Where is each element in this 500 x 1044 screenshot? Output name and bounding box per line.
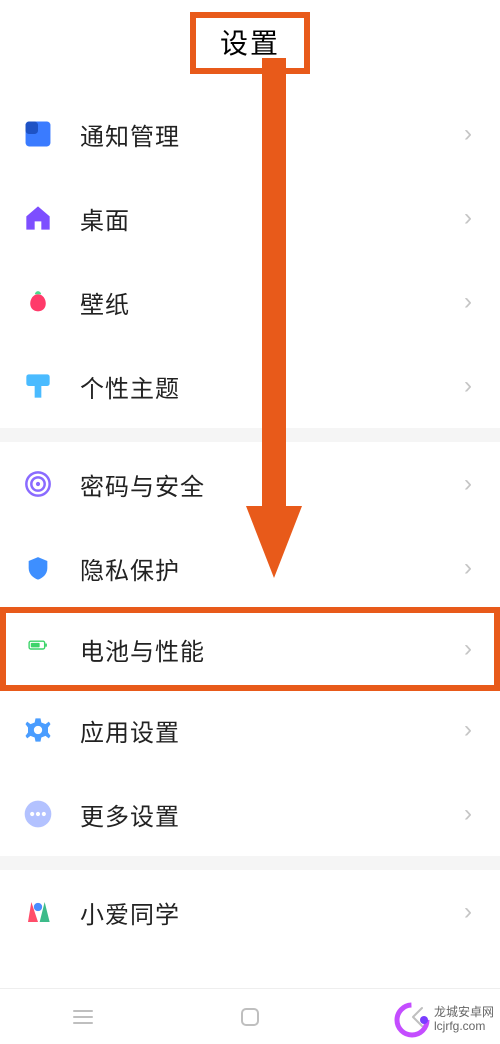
shield-icon (20, 550, 56, 586)
group-divider (0, 856, 500, 870)
item-label: 电池与性能 (80, 632, 464, 667)
more-icon (20, 796, 56, 832)
back-button[interactable] (387, 1006, 447, 1028)
list-item-privacy[interactable]: 隐私保护 › (0, 526, 500, 610)
chevron-right-icon: › (464, 120, 472, 148)
list-item-more[interactable]: 更多设置 › (0, 772, 500, 856)
list-item-appsettings[interactable]: 应用设置 › (0, 688, 500, 772)
item-label: 通知管理 (80, 117, 464, 152)
chevron-right-icon: › (464, 716, 472, 744)
item-label: 个性主题 (80, 369, 464, 404)
chevron-right-icon: › (464, 800, 472, 828)
item-label: 壁纸 (80, 285, 464, 320)
list-item-notification[interactable]: 通知管理 › (0, 92, 500, 176)
notification-icon (20, 116, 56, 152)
wallpaper-icon (20, 284, 56, 320)
list-item-wallpaper[interactable]: 壁纸 › (0, 260, 500, 344)
home-button[interactable] (220, 1007, 280, 1027)
item-label: 桌面 (80, 201, 464, 236)
chevron-right-icon: › (464, 635, 472, 663)
home-icon (20, 200, 56, 236)
item-label: 小爱同学 (80, 895, 464, 930)
android-navbar (0, 988, 500, 1044)
recent-apps-button[interactable] (53, 1008, 113, 1026)
theme-icon (20, 368, 56, 404)
chevron-right-icon: › (464, 554, 472, 582)
gear-icon (20, 712, 56, 748)
chevron-right-icon: › (464, 898, 472, 926)
item-label: 应用设置 (80, 713, 464, 748)
battery-icon (20, 631, 56, 667)
xiaoai-icon (20, 894, 56, 930)
settings-list: 通知管理 › 桌面 › 壁纸 › 个性主题 › 密码与安全 › 隐 (0, 92, 500, 954)
chevron-right-icon: › (464, 372, 472, 400)
fingerprint-icon (20, 466, 56, 502)
chevron-right-icon: › (464, 470, 472, 498)
list-item-battery[interactable]: 电池与性能 › (0, 607, 500, 691)
group-divider (0, 428, 500, 442)
item-label: 密码与安全 (80, 467, 464, 502)
list-item-password[interactable]: 密码与安全 › (0, 442, 500, 526)
list-item-theme[interactable]: 个性主题 › (0, 344, 500, 428)
item-label: 更多设置 (80, 797, 464, 832)
item-label: 隐私保护 (80, 551, 464, 586)
list-item-desktop[interactable]: 桌面 › (0, 176, 500, 260)
list-item-xiaoai[interactable]: 小爱同学 › (0, 870, 500, 954)
chevron-right-icon: › (464, 204, 472, 232)
page-title: 设置 (220, 28, 280, 59)
header: 设置 (0, 0, 500, 92)
title-highlight-box: 设置 (190, 12, 310, 74)
chevron-right-icon: › (464, 288, 472, 316)
